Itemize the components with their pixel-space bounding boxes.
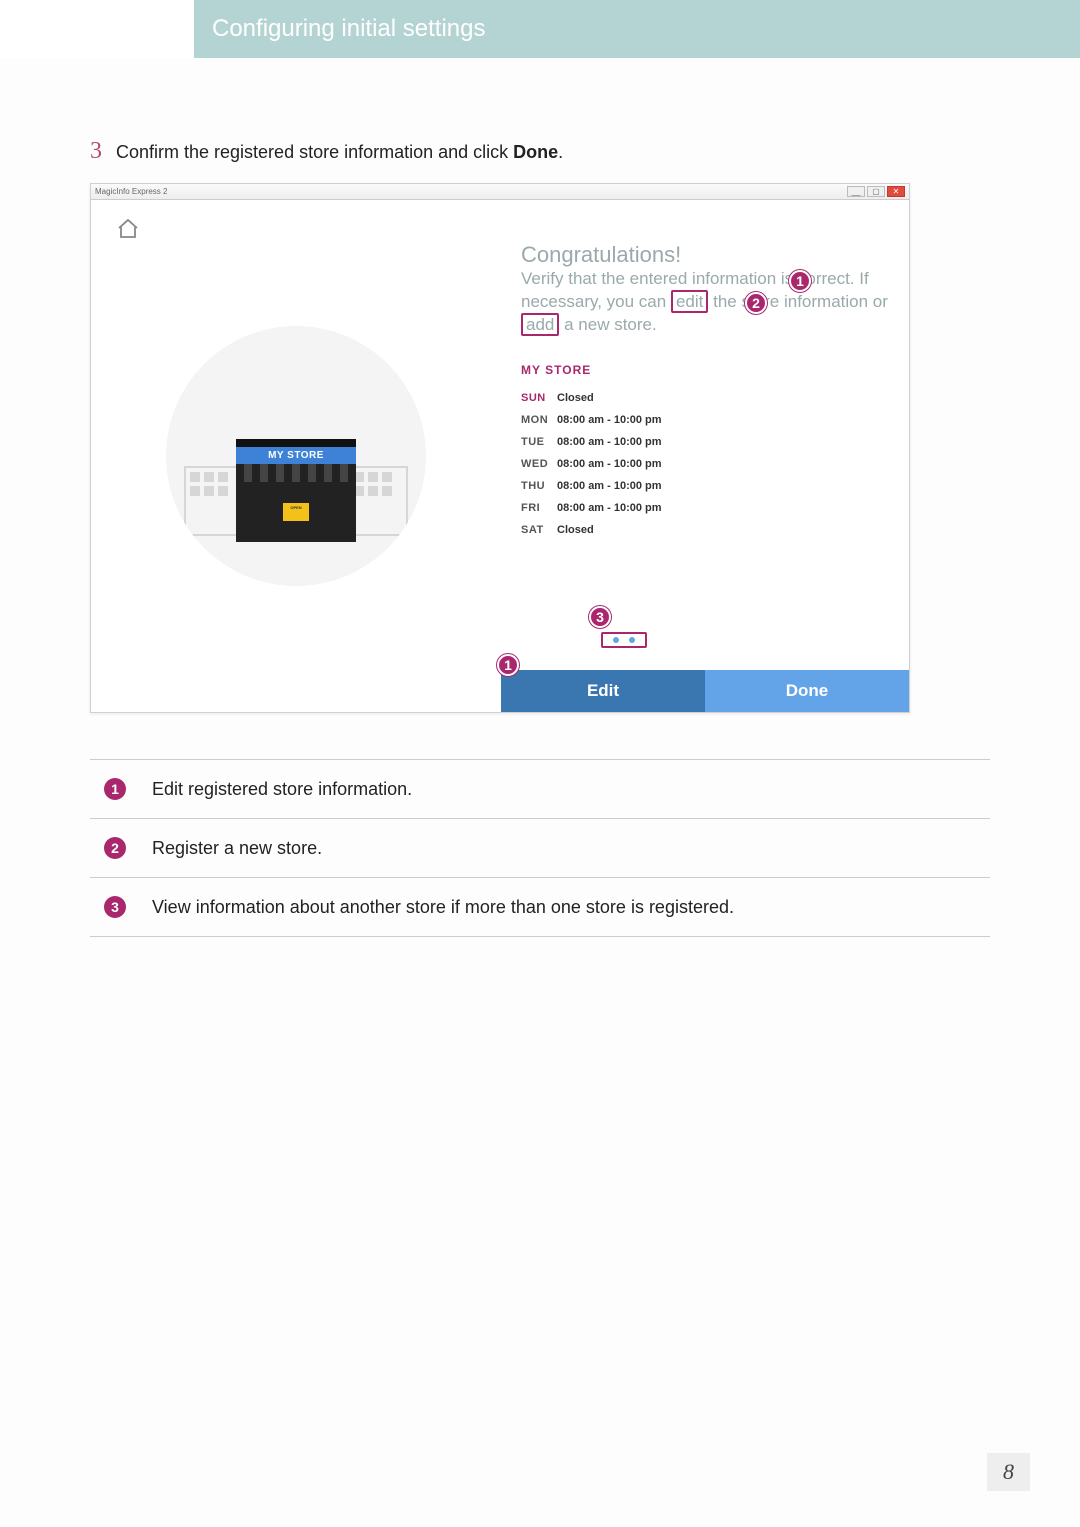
store-sign: MY STORE <box>236 447 356 464</box>
day-label: SAT <box>521 519 557 541</box>
hours-row: SATClosed <box>521 519 889 541</box>
hours-value: 08:00 am - 10:00 pm <box>557 497 662 519</box>
step-instruction: 3 Confirm the registered store informati… <box>90 138 990 165</box>
callout-3: 3 <box>589 606 611 628</box>
hours-value: 08:00 am - 10:00 pm <box>557 409 662 431</box>
legend-text: Edit registered store information. <box>152 779 412 800</box>
legend-row: 2 Register a new store. <box>90 818 990 877</box>
step-text-part2: . <box>558 142 563 162</box>
day-label: SUN <box>521 387 557 409</box>
hours-value: 08:00 am - 10:00 pm <box>557 431 662 453</box>
day-label: FRI <box>521 497 557 519</box>
hours-row: SUNClosed <box>521 387 889 409</box>
store-heading: My Store <box>521 363 889 377</box>
callout-legend: 1 Edit registered store information. 2 R… <box>90 759 990 937</box>
storefront-graphic: MY STORE OPEN <box>236 439 356 542</box>
congrats-line3: a new store. <box>564 315 657 334</box>
day-label: THU <box>521 475 557 497</box>
legend-text: Register a new store. <box>152 838 322 859</box>
hours-value: 08:00 am - 10:00 pm <box>557 475 662 497</box>
legend-badge: 1 <box>104 778 126 800</box>
hours-row: FRI08:00 am - 10:00 pm <box>521 497 889 519</box>
hours-value: 08:00 am - 10:00 pm <box>557 453 662 475</box>
store-pager[interactable] <box>601 632 647 648</box>
day-label: MON <box>521 409 557 431</box>
hours-value: Closed <box>557 519 594 541</box>
step-text-bold: Done <box>513 142 558 162</box>
legend-badge: 3 <box>104 896 126 918</box>
window-title: MagicInfo Express 2 <box>95 187 845 196</box>
window-close-button[interactable]: ✕ <box>887 186 905 197</box>
chapter-gap <box>0 0 194 58</box>
screenshot-window: MagicInfo Express 2 __ ▢ ✕ <box>90 183 910 713</box>
action-bar: 1 Edit Done <box>501 670 909 712</box>
page-number: 8 <box>987 1453 1030 1491</box>
callout-1-inline: 1 <box>789 270 811 292</box>
chapter-title: Configuring initial settings <box>194 0 1080 58</box>
congrats-paragraph: Verify that the entered information is c… <box>521 268 889 337</box>
legend-row: 3 View information about another store i… <box>90 877 990 937</box>
legend-text: View information about another store if … <box>152 897 734 918</box>
step-number: 3 <box>90 138 102 165</box>
day-label: TUE <box>521 431 557 453</box>
day-label: WED <box>521 453 557 475</box>
info-pane: Congratulations! Verify that the entered… <box>501 200 909 712</box>
add-inline-link[interactable]: add <box>521 313 559 336</box>
hours-value: Closed <box>557 387 594 409</box>
pager-dot[interactable] <box>613 637 619 643</box>
chapter-banner: Configuring initial settings <box>0 0 1080 58</box>
hours-row: TUE08:00 am - 10:00 pm <box>521 431 889 453</box>
hours-row: THU08:00 am - 10:00 pm <box>521 475 889 497</box>
hours-row: WED08:00 am - 10:00 pm <box>521 453 889 475</box>
hours-table: SUNClosed MON08:00 am - 10:00 pm TUE08:0… <box>521 387 889 541</box>
window-minimize-button[interactable]: __ <box>847 186 865 197</box>
home-icon[interactable] <box>113 214 143 244</box>
window-titlebar: MagicInfo Express 2 __ ▢ ✕ <box>91 184 909 200</box>
step-text: Confirm the registered store information… <box>116 142 563 163</box>
edit-button[interactable]: Edit <box>501 670 705 712</box>
pager-dot[interactable] <box>629 637 635 643</box>
callout-1-button: 1 <box>497 654 519 676</box>
window-maximize-button[interactable]: ▢ <box>867 186 885 197</box>
open-sign: OPEN <box>283 503 309 521</box>
callout-2-inline: 2 <box>745 292 767 314</box>
done-button[interactable]: Done <box>705 670 909 712</box>
legend-badge: 2 <box>104 837 126 859</box>
store-illustration: MY STORE OPEN <box>166 326 426 586</box>
illustration-pane: MY STORE OPEN <box>91 200 501 712</box>
congrats-line2: the store information or <box>713 292 888 311</box>
congrats-heading: Congratulations! <box>521 242 889 268</box>
legend-row: 1 Edit registered store information. <box>90 759 990 818</box>
hours-row: MON08:00 am - 10:00 pm <box>521 409 889 431</box>
step-text-part1: Confirm the registered store information… <box>116 142 513 162</box>
edit-inline-link[interactable]: edit <box>671 290 708 313</box>
